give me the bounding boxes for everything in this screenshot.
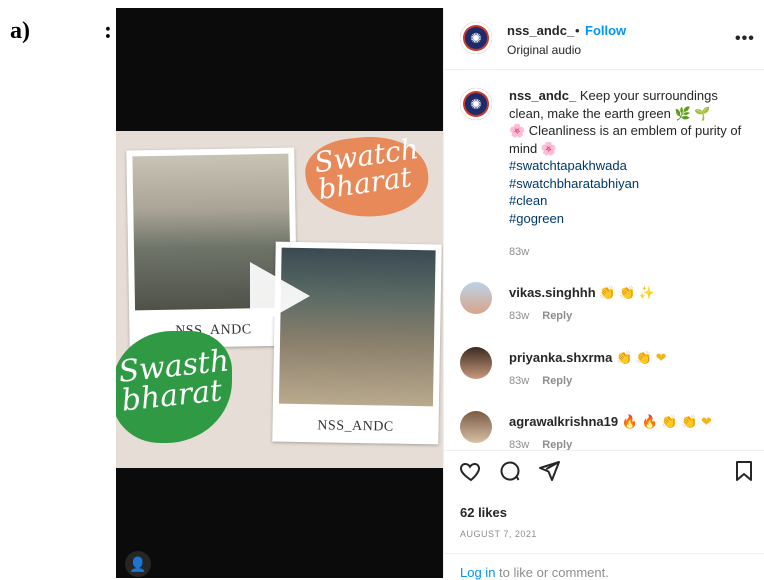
avatar[interactable]: ✺ — [460, 22, 492, 54]
divider — [444, 450, 764, 451]
photo-caption: NSS_ANDC — [317, 418, 394, 435]
comment-item: agrawalkrishna19 🔥 🔥 👏 👏 ❤ — [509, 414, 712, 430]
comment-meta: 83w Reply — [509, 310, 572, 322]
caption-age: 83w — [509, 246, 530, 258]
share-icon[interactable] — [537, 459, 561, 489]
audio-subtitle[interactable]: Original audio — [507, 43, 581, 57]
comment-meta: 83w Reply — [509, 439, 572, 450]
hashtag-link[interactable]: #gogreen — [509, 210, 749, 228]
reply-button[interactable]: Reply — [542, 439, 572, 450]
comment-username[interactable]: vikas.singhhh — [509, 285, 596, 300]
comment-icon[interactable] — [498, 459, 522, 489]
reply-button[interactable]: Reply — [542, 310, 572, 322]
separator-dot: • — [575, 23, 580, 38]
swatch-bharat-text: Swatch bharat — [312, 132, 421, 206]
comment-item: vikas.singhhh 👏 👏 ✨ — [509, 285, 655, 301]
comment-age: 83w — [509, 439, 530, 450]
follow-button[interactable]: Follow — [585, 23, 626, 38]
comment-username[interactable]: agrawalkrishna19 — [509, 414, 618, 429]
hashtag-link[interactable]: #clean — [509, 192, 749, 210]
post-date: AUGUST 7, 2021 — [460, 529, 537, 539]
more-options-icon[interactable]: ••• — [735, 30, 755, 48]
user-tag-icon[interactable]: 👤 — [125, 551, 151, 577]
avatar[interactable] — [460, 411, 492, 443]
comment-emojis: 👏 👏 ❤ — [615, 350, 667, 365]
header-username[interactable]: nss_andc_ — [507, 23, 574, 38]
swasth-bharat-text: Swasth bharat — [116, 343, 231, 419]
action-bar — [444, 455, 764, 495]
post-caption: nss_andc_ Keep your surroundings clean, … — [509, 87, 749, 227]
reply-button[interactable]: Reply — [542, 375, 572, 387]
comment-emojis: 👏 👏 ✨ — [599, 285, 656, 300]
play-icon[interactable] — [250, 262, 310, 330]
figure-label: a) — [10, 18, 30, 44]
post-panel: ✺ nss_andc_ • Follow Original audio ••• … — [443, 8, 764, 580]
avatar[interactable] — [460, 282, 492, 314]
bookmark-icon[interactable] — [734, 459, 754, 489]
figure-colon: : — [104, 18, 112, 44]
comments-list[interactable]: ✺ nss_andc_ Keep your surroundings clean… — [444, 70, 764, 450]
comment-emojis: 🔥 🔥 👏 👏 ❤ — [621, 414, 712, 429]
avatar[interactable]: ✺ — [460, 88, 492, 120]
likes-count[interactable]: 62 likes — [460, 505, 507, 520]
comment-age: 83w — [509, 310, 530, 322]
hashtag-link[interactable]: #swatchtapakhwada — [509, 157, 749, 175]
comment-username[interactable]: priyanka.shxrma — [509, 350, 612, 365]
comment-item: priyanka.shxrma 👏 👏 ❤ — [509, 350, 666, 366]
reel-video[interactable]: Swatch bharat NSS_ANDC Swasth bharat NSS… — [116, 8, 443, 578]
caption-text-line2: 🌸 Cleanliness is an emblem of purity of … — [509, 123, 742, 156]
hashtag-link[interactable]: #swatchbharatabhiyan — [509, 175, 749, 193]
avatar[interactable] — [460, 347, 492, 379]
comment-age: 83w — [509, 375, 530, 387]
comment-meta: 83w Reply — [509, 375, 572, 387]
divider — [444, 553, 764, 554]
heart-icon[interactable] — [459, 459, 483, 489]
caption-username[interactable]: nss_andc_ — [509, 88, 576, 103]
